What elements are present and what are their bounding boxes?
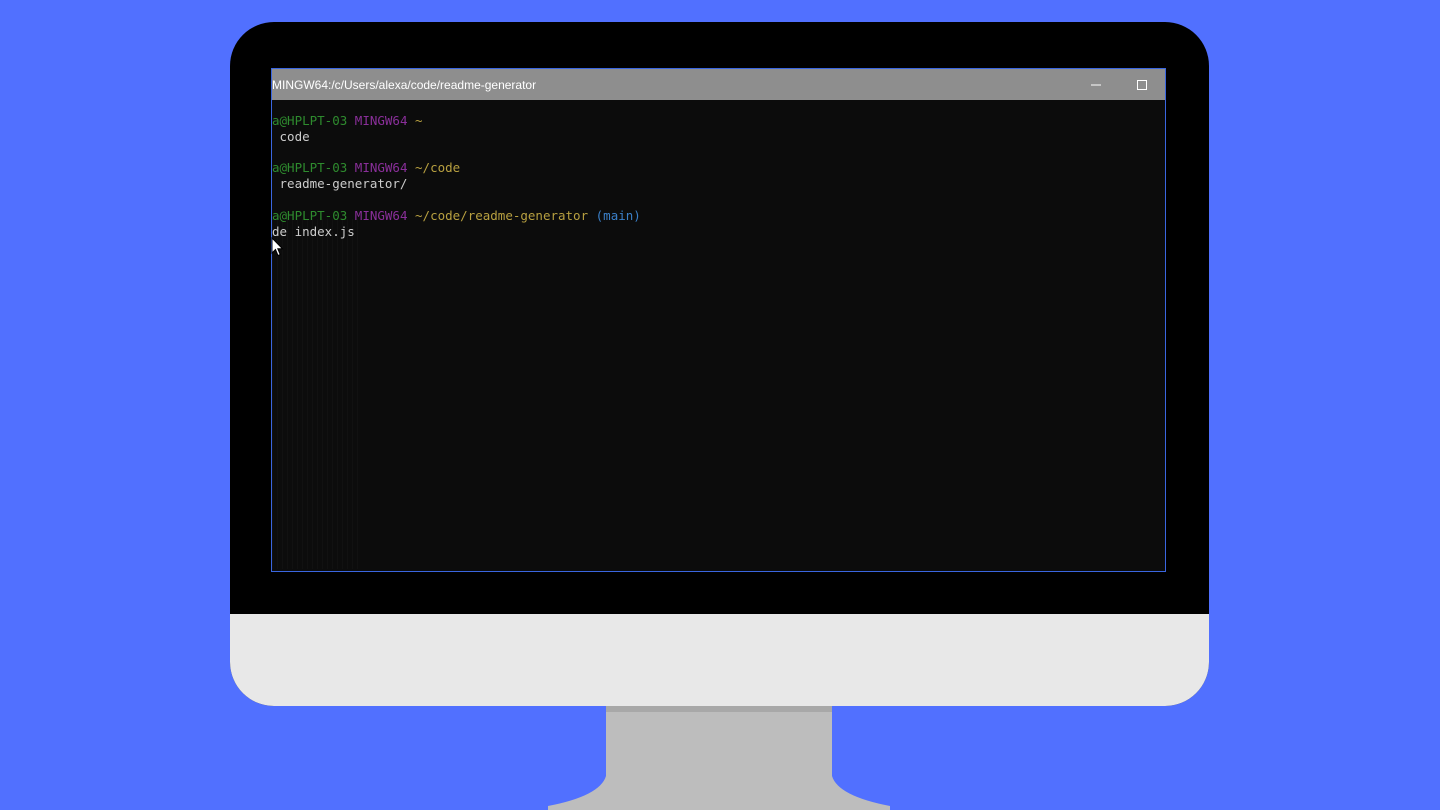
window-controls	[1073, 69, 1165, 100]
prompt-line: a@HPLPT-03 MINGW64 ~/code/readme-generat…	[272, 208, 1165, 224]
prompt-host: MINGW64	[354, 160, 408, 176]
prompt-path: ~	[415, 113, 423, 128]
terminal-window[interactable]: MINGW64:/c/Users/alexa/code/readme-gener…	[271, 68, 1166, 572]
scene: MINGW64:/c/Users/alexa/code/readme-gener…	[0, 0, 1440, 810]
maximize-icon	[1137, 79, 1147, 90]
prompt-line: a@HPLPT-03 MINGW64 ~/code	[272, 160, 1165, 176]
terminal-output[interactable]: a@HPLPT-03 MINGW64 ~ code a@HPLPT-03 MIN…	[272, 113, 1165, 571]
minimize-icon	[1091, 84, 1101, 85]
prompt-host: MINGW64	[354, 113, 408, 128]
prompt-user: a@HPLPT-03	[272, 207, 348, 223]
command-line: readme-generator/	[272, 176, 408, 192]
prompt-path: ~/code	[415, 160, 461, 176]
command-line: de index.js	[272, 223, 355, 239]
prompt-host: MINGW64	[354, 207, 408, 223]
monitor-chin	[230, 614, 1209, 706]
prompt-path: ~/code/readme-generator	[415, 207, 589, 223]
monitor-stand	[548, 706, 890, 810]
prompt-user: a@HPLPT-03	[272, 113, 348, 128]
mouse-pointer-icon	[271, 237, 284, 257]
maximize-button[interactable]	[1119, 69, 1165, 100]
title-bar[interactable]: MINGW64:/c/Users/alexa/code/readme-gener…	[272, 69, 1165, 100]
command-line: code	[272, 128, 310, 144]
prompt-line: a@HPLPT-03 MINGW64 ~	[272, 113, 1165, 129]
window-title: MINGW64:/c/Users/alexa/code/readme-gener…	[272, 77, 537, 92]
prompt-user: a@HPLPT-03	[272, 160, 348, 176]
prompt-branch: (main)	[595, 207, 641, 223]
minimize-button[interactable]	[1073, 69, 1119, 100]
